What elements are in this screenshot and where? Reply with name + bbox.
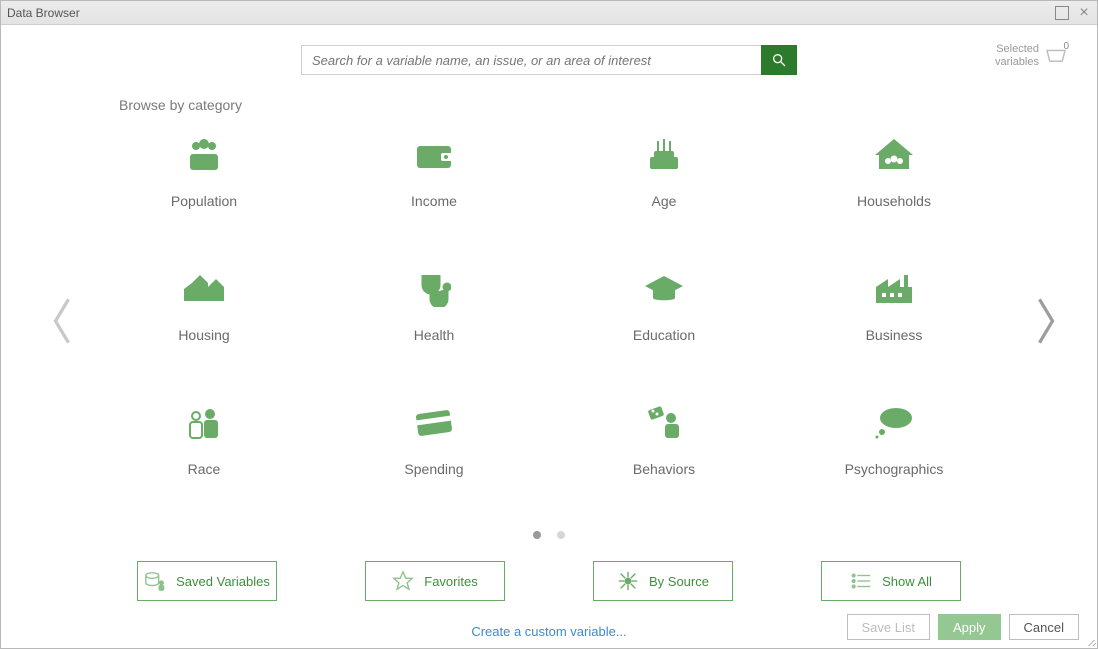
page-dots (25, 531, 1073, 539)
category-label: Psychographics (845, 461, 944, 477)
category-label: Housing (178, 327, 229, 343)
category-income[interactable]: Income (319, 125, 549, 255)
behaviors-icon (645, 406, 683, 440)
graduation-icon (643, 274, 685, 304)
category-label: Spending (404, 461, 463, 477)
factory-icon (874, 273, 914, 305)
category-age[interactable]: Age (549, 125, 779, 255)
footer-buttons: Save List Apply Cancel (847, 614, 1079, 640)
category-label: Income (411, 193, 457, 209)
card-icon (415, 408, 453, 438)
shortcut-label: By Source (649, 574, 709, 589)
wallet-icon (415, 140, 453, 170)
save-list-button: Save List (847, 614, 930, 640)
search-icon (771, 52, 787, 68)
category-label: Education (633, 327, 695, 343)
content-area: Selected variables 0 Browse by category … (1, 25, 1097, 648)
category-carousel: Population Income Age Households Housing (25, 121, 1073, 523)
category-label: Behaviors (633, 461, 695, 477)
category-psychographics[interactable]: Psychographics (779, 393, 1009, 523)
dot-2[interactable] (557, 531, 565, 539)
selected-label-1: Selected (995, 43, 1039, 56)
saved-variables-button[interactable]: Saved Variables (137, 561, 277, 601)
cancel-button[interactable]: Cancel (1009, 614, 1079, 640)
category-population[interactable]: Population (89, 125, 319, 255)
category-race[interactable]: Race (89, 393, 319, 523)
people-icon (184, 138, 224, 172)
shortcut-label: Favorites (424, 574, 477, 589)
shortcut-label: Saved Variables (176, 574, 270, 589)
list-icon (850, 570, 872, 592)
apply-button[interactable]: Apply (938, 614, 1001, 640)
category-label: Health (414, 327, 454, 343)
close-icon[interactable]: × (1077, 6, 1091, 20)
category-business[interactable]: Business (779, 259, 1009, 389)
by-source-button[interactable]: By Source (593, 561, 733, 601)
search-row: Selected variables 0 (25, 45, 1073, 75)
category-behaviors[interactable]: Behaviors (549, 393, 779, 523)
basket-icon: 0 (1045, 45, 1067, 68)
window-controls: × (1055, 6, 1091, 20)
thought-icon (874, 406, 914, 440)
browse-label: Browse by category (119, 97, 1073, 113)
house-icon (873, 137, 915, 173)
selected-variables[interactable]: Selected variables 0 (995, 43, 1067, 69)
shortcut-label: Show All (882, 574, 932, 589)
category-education[interactable]: Education (549, 259, 779, 389)
category-label: Age (652, 193, 677, 209)
prev-arrow[interactable] (47, 291, 77, 351)
shortcut-row: Saved Variables Favorites By Source Show… (25, 561, 1073, 601)
category-households[interactable]: Households (779, 125, 1009, 255)
titlebar: Data Browser × (1, 1, 1097, 25)
chevron-right-icon (1033, 295, 1059, 347)
category-label: Business (866, 327, 923, 343)
data-browser-window: Data Browser × Selected variables 0 (0, 0, 1098, 649)
selected-count: 0 (1063, 41, 1069, 52)
race-icon (186, 406, 222, 440)
category-health[interactable]: Health (319, 259, 549, 389)
category-label: Population (171, 193, 237, 209)
category-housing[interactable]: Housing (89, 259, 319, 389)
show-all-button[interactable]: Show All (821, 561, 961, 601)
dot-1[interactable] (533, 531, 541, 539)
next-arrow[interactable] (1031, 291, 1061, 351)
category-spending[interactable]: Spending (319, 393, 549, 523)
database-person-icon (144, 570, 166, 592)
search-button[interactable] (761, 45, 797, 75)
source-icon (617, 570, 639, 592)
selected-label-2: variables (995, 56, 1039, 69)
chevron-left-icon (49, 295, 75, 347)
cake-icon (646, 137, 682, 173)
favorites-button[interactable]: Favorites (365, 561, 505, 601)
search-input[interactable] (301, 45, 761, 75)
maximize-icon[interactable] (1055, 6, 1069, 20)
resize-handle[interactable] (1085, 636, 1095, 646)
window-title: Data Browser (7, 6, 80, 20)
category-label: Race (188, 461, 221, 477)
stethoscope-icon (417, 271, 451, 307)
category-grid: Population Income Age Households Housing (89, 125, 1009, 523)
star-icon (392, 570, 414, 592)
houses-icon (182, 273, 226, 305)
custom-variable-link[interactable]: Create a custom variable... (471, 624, 626, 639)
category-label: Households (857, 193, 931, 209)
